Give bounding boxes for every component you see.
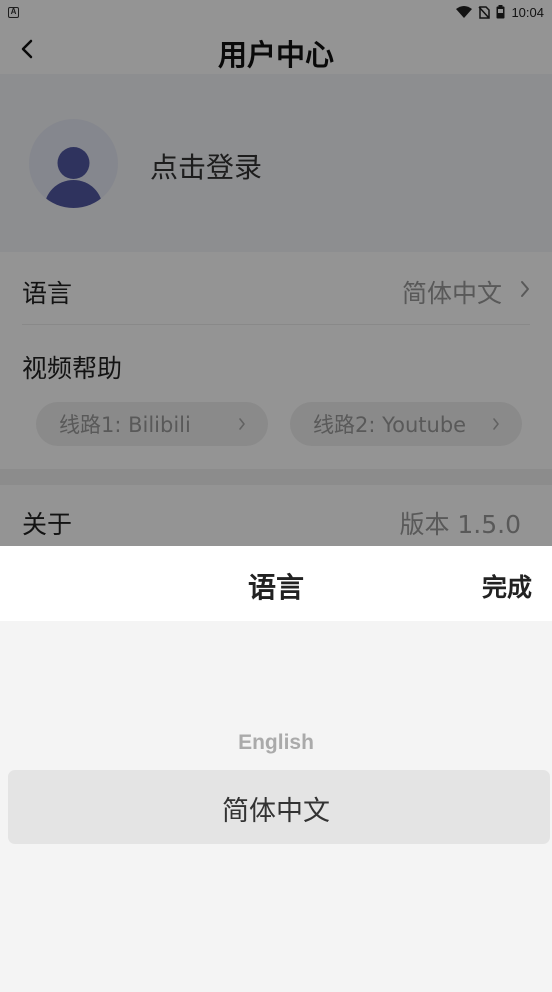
sheet-header: 语言 完成 [0, 546, 552, 621]
done-button[interactable]: 完成 [482, 568, 532, 604]
modal-overlay[interactable] [0, 0, 552, 546]
language-picker-sheet: 语言 完成 English 简体中文 [0, 546, 552, 992]
sheet-title: 语言 [247, 571, 304, 604]
option-simplified-chinese[interactable]: 简体中文 [0, 789, 552, 828]
option-english[interactable]: English [0, 731, 552, 755]
